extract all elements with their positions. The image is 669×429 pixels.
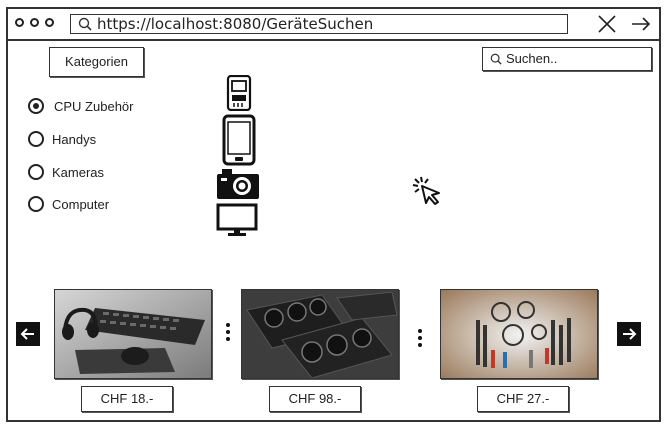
search-icon [490, 53, 502, 65]
graphics-cards-image [242, 290, 398, 378]
radio-button-checked[interactable] [28, 98, 44, 114]
browser-window: https://localhost:8080/GeräteSuchen Kate… [6, 7, 661, 422]
cables-adapters-image [441, 290, 597, 378]
camera-icon [217, 169, 259, 199]
window-control-dot[interactable] [15, 18, 24, 27]
filter-label: Handys [52, 131, 97, 147]
search-input[interactable]: Suchen.. [482, 47, 652, 71]
cpu-chip-icon [226, 75, 252, 111]
window-control-dot[interactable] [30, 18, 39, 27]
close-icon[interactable] [596, 13, 618, 35]
filter-label: Kameras [52, 164, 105, 180]
cursor-click-icon [412, 176, 440, 205]
category-button[interactable]: Kategorien [49, 47, 144, 77]
arrow-left-icon [20, 328, 34, 340]
radio-button[interactable] [28, 164, 44, 180]
address-bar[interactable]: https://localhost:8080/GeräteSuchen [70, 14, 568, 34]
carousel-next-button[interactable] [617, 322, 641, 346]
price-label: CHF 18.- [81, 386, 173, 412]
filter-option-computers[interactable]: Computer [28, 196, 109, 212]
radio-button[interactable] [28, 196, 44, 212]
more-options-icon[interactable] [418, 329, 422, 350]
keyboard-headset-mouse-image [55, 290, 211, 378]
filter-label: CPU Zubehör [54, 98, 134, 114]
search-icon [78, 17, 92, 31]
search-placeholder: Suchen.. [506, 51, 558, 66]
filter-option-cpu-accessories[interactable]: CPU Zubehör [28, 98, 133, 114]
product-card[interactable] [54, 289, 212, 379]
filter-option-cameras[interactable]: Kameras [28, 164, 104, 180]
price-label: CHF 98.- [269, 386, 361, 412]
product-card[interactable] [241, 289, 399, 379]
forward-arrow-icon[interactable] [630, 13, 652, 35]
monitor-icon [216, 203, 258, 236]
smartphone-icon [222, 114, 256, 166]
more-options-icon[interactable] [226, 323, 230, 344]
price-label: CHF 27.- [477, 386, 569, 412]
product-card[interactable] [440, 289, 598, 379]
filter-label: Computer [52, 196, 110, 212]
arrow-right-icon [623, 328, 637, 340]
carousel-prev-button[interactable] [16, 322, 40, 346]
browser-toolbar: https://localhost:8080/GeräteSuchen [8, 9, 659, 41]
filter-option-phones[interactable]: Handys [28, 131, 96, 147]
window-control-dot[interactable] [45, 18, 54, 27]
radio-button[interactable] [28, 131, 44, 147]
url-text: https://localhost:8080/GeräteSuchen [97, 15, 374, 33]
